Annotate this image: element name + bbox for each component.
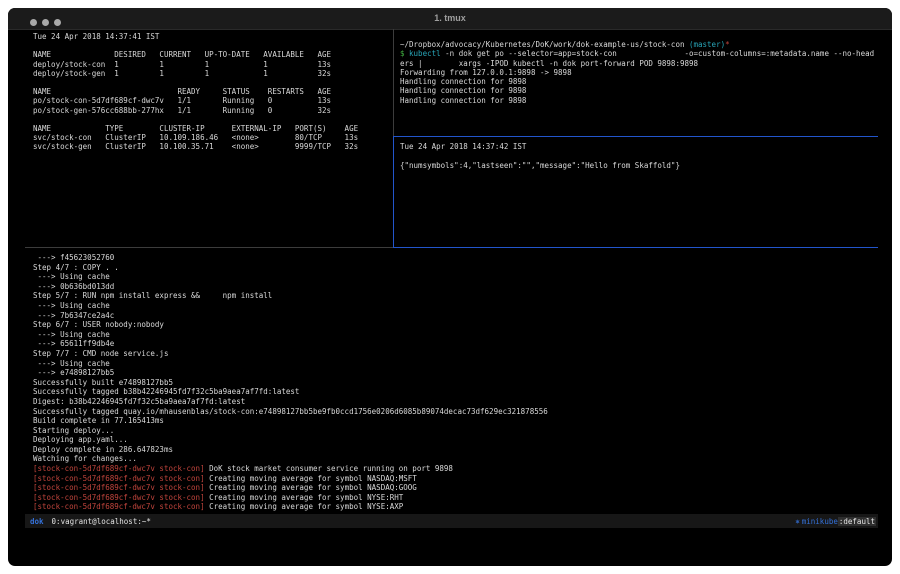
terminal-line: Step 4/7 : COPY . . bbox=[33, 263, 886, 273]
terminal-line: [stock-con-5d7df689cf-dwc7v stock-con] C… bbox=[33, 493, 886, 503]
kube-namespace-label: :default bbox=[838, 517, 876, 526]
terminal-line: Tue 24 Apr 2018 14:37:41 IST bbox=[33, 32, 401, 41]
pane-divider-vertical-active[interactable] bbox=[393, 136, 394, 247]
terminal-line: [stock-con-5d7df689cf-dwc7v stock-con] C… bbox=[33, 474, 886, 484]
terminal-line: ---> 0b636bd013dd bbox=[33, 282, 886, 292]
terminal-line: ---> Using cache bbox=[33, 359, 886, 369]
terminal-line: Handling connection for 9898 bbox=[400, 77, 884, 86]
terminal-line: svc/stock-gen ClusterIP 10.100.35.71 <no… bbox=[33, 142, 401, 151]
pane-divider-horizontal-active-top[interactable] bbox=[393, 136, 878, 137]
terminal-line: Tue 24 Apr 2018 14:37:42 IST bbox=[400, 142, 884, 151]
terminal-line: Build complete in 77.165413ms bbox=[33, 416, 886, 426]
terminal-line: NAME DESIRED CURRENT UP-TO-DATE AVAILABL… bbox=[33, 50, 401, 59]
terminal-line: [stock-con-5d7df689cf-dwc7v stock-con] C… bbox=[33, 483, 886, 493]
terminal-line: Watching for changes... bbox=[33, 454, 886, 464]
terminal-line: ---> e74898127bb5 bbox=[33, 368, 886, 378]
terminal-line: Forwarding from 127.0.0.1:9898 -> 9898 bbox=[400, 68, 884, 77]
terminal-line: po/stock-con-5d7df689cf-dwc7v 1/1 Runnin… bbox=[33, 96, 401, 105]
terminal-line: Step 7/7 : CMD node service.js bbox=[33, 349, 886, 359]
terminal-line: ---> f45623052760 bbox=[33, 253, 886, 263]
terminal-line: Digest: b38b42246945fd7f32c5ba9aea7af7fd… bbox=[33, 397, 886, 407]
terminal-line: deploy/stock-con 1 1 1 1 13s bbox=[33, 60, 401, 69]
terminal-line: svc/stock-con ClusterIP 10.109.186.46 <n… bbox=[33, 133, 401, 142]
terminal-line bbox=[33, 41, 401, 50]
kube-context-label: minikube bbox=[802, 517, 838, 526]
terminal-line: Deploy complete in 286.647823ms bbox=[33, 445, 886, 455]
window-title: 1. tmux bbox=[8, 13, 892, 23]
terminal-line: Successfully tagged quay.io/mhausenblas/… bbox=[33, 407, 886, 417]
tmux-session-name: dok bbox=[30, 517, 44, 526]
terminal-line: Successfully tagged b38b42246945fd7f32c5… bbox=[33, 387, 886, 397]
pane-divider-vertical-inactive[interactable] bbox=[393, 29, 394, 136]
pane-skaffold-log[interactable]: ---> f45623052760Step 4/7 : COPY . . ---… bbox=[25, 248, 886, 516]
pane-divider-horizontal-active-bottom[interactable] bbox=[393, 247, 878, 248]
tmux-window-item[interactable]: 0:vagrant@localhost:~* bbox=[52, 517, 151, 526]
terminal-line: Step 5/7 : RUN npm install express && np… bbox=[33, 291, 886, 301]
terminal-line bbox=[33, 78, 401, 87]
terminal-line: ers | xargs -IPOD kubectl -n dok port-fo… bbox=[400, 59, 884, 68]
terminal-line: $ kubectl -n dok get po --selector=app=s… bbox=[400, 49, 884, 58]
pane-curl-output[interactable]: Tue 24 Apr 2018 14:37:42 IST {"numsymbol… bbox=[394, 137, 884, 252]
terminal-line: ---> Using cache bbox=[33, 330, 886, 340]
terminal-line: [stock-con-5d7df689cf-dwc7v stock-con] D… bbox=[33, 464, 886, 474]
pane-kubectl-watch[interactable]: Tue 24 Apr 2018 14:37:41 IST NAME DESIRE… bbox=[25, 29, 401, 250]
pane-port-forward-shell[interactable]: ~/Dropbox/advocacy/Kubernetes/DoK/work/d… bbox=[394, 29, 884, 147]
terminal-line: Deploying app.yaml... bbox=[33, 435, 886, 445]
tmux-status-bar: dok 0:vagrant@localhost:~* ⎈ minikube :d… bbox=[25, 514, 878, 528]
terminal-line: Handling connection for 9898 bbox=[400, 96, 884, 105]
window-titlebar: 1. tmux bbox=[8, 8, 892, 30]
terminal-line: deploy/stock-gen 1 1 1 1 32s bbox=[33, 69, 401, 78]
terminal-line: {"numsymbols":4,"lastseen":"","message":… bbox=[400, 161, 884, 170]
terminal-line: po/stock-gen-576cc688bb-277hx 1/1 Runnin… bbox=[33, 106, 401, 115]
kubernetes-helm-icon: ⎈ bbox=[795, 517, 800, 526]
terminal-line: Step 6/7 : USER nobody:nobody bbox=[33, 320, 886, 330]
terminal-line: [stock-con-5d7df689cf-dwc7v stock-con] C… bbox=[33, 502, 886, 512]
terminal-line bbox=[400, 151, 884, 160]
terminal-line: ---> Using cache bbox=[33, 272, 886, 282]
pane-divider-horizontal-inactive[interactable] bbox=[25, 247, 393, 248]
terminal-line: NAME READY STATUS RESTARTS AGE bbox=[33, 87, 401, 96]
terminal-window: 1. tmux Tue 24 Apr 2018 14:37:41 IST NAM… bbox=[8, 8, 892, 566]
terminal-line: Successfully built e74898127bb5 bbox=[33, 378, 886, 388]
terminal-line: ---> 65611ff9db4e bbox=[33, 339, 886, 349]
terminal-line: ---> Using cache bbox=[33, 301, 886, 311]
terminal-line: ---> 7b6347ce2a4c bbox=[33, 311, 886, 321]
tmux-status-right: ⎈ minikube :default bbox=[795, 517, 876, 526]
terminal-line: NAME TYPE CLUSTER-IP EXTERNAL-IP PORT(S)… bbox=[33, 124, 401, 133]
terminal-line: Handling connection for 9898 bbox=[400, 86, 884, 95]
terminal-line bbox=[33, 115, 401, 124]
terminal-line: ~/Dropbox/advocacy/Kubernetes/DoK/work/d… bbox=[400, 40, 884, 49]
terminal-line: Starting deploy... bbox=[33, 426, 886, 436]
